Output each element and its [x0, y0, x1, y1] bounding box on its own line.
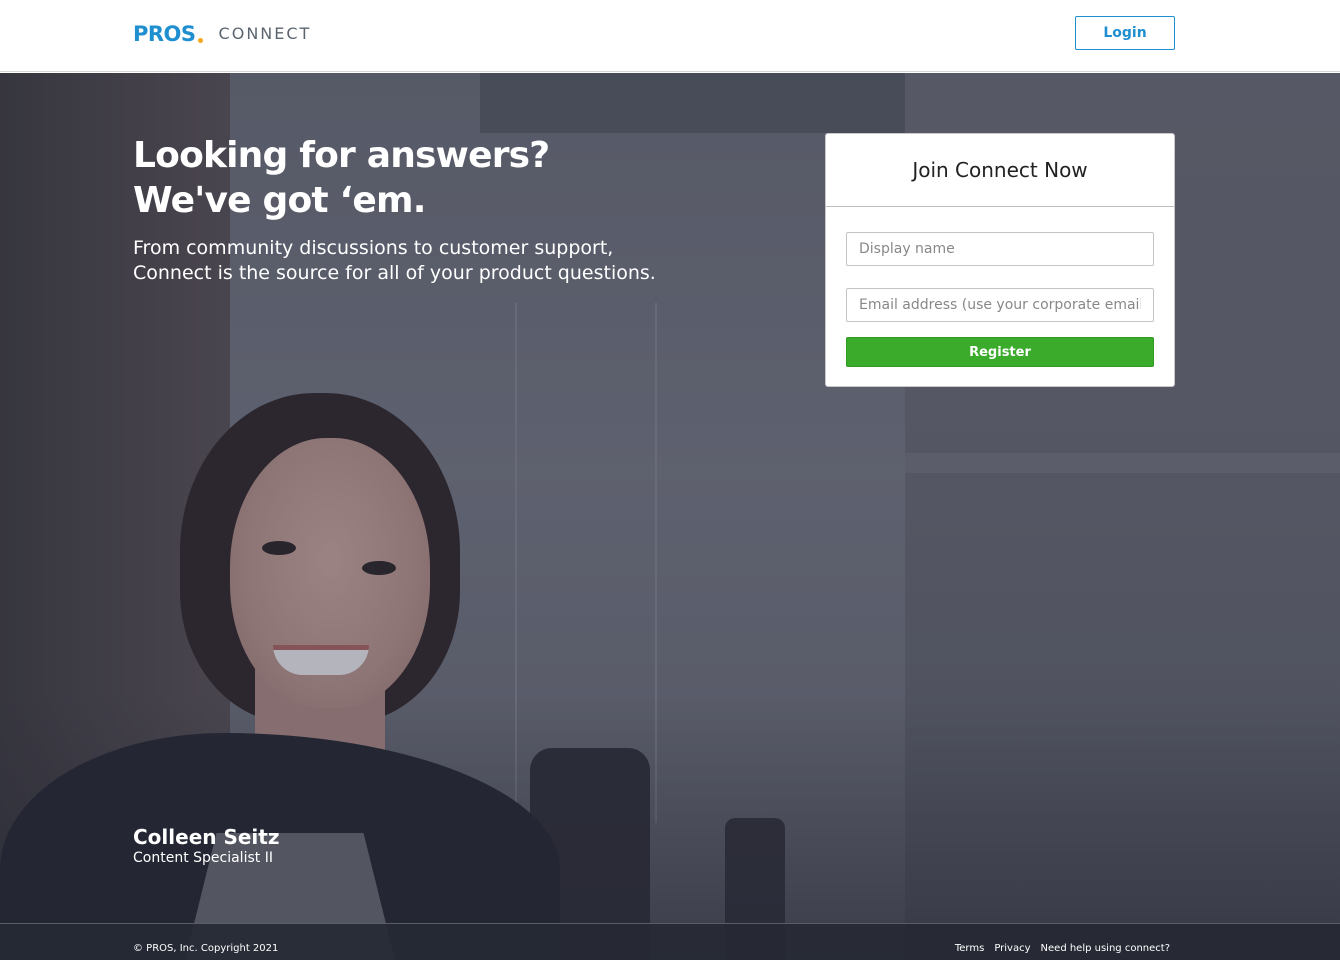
pros-connect-logo[interactable]: PROS CONNECT [133, 20, 311, 48]
display-name-input[interactable] [846, 232, 1154, 266]
hero-title-line: We've got ‘em. [133, 180, 426, 221]
logo-dot-icon [197, 37, 203, 43]
privacy-link[interactable]: Privacy [994, 943, 1030, 954]
hero-subtitle: From community discussions to customer s… [133, 236, 753, 286]
logo-product-text: CONNECT [218, 24, 312, 43]
register-button[interactable]: Register [846, 337, 1154, 367]
person-name: Colleen Seitz [133, 825, 280, 849]
footer-links: Terms Privacy Need help using connect? [955, 943, 1170, 954]
hero-title: Looking for answers? We've got ‘em. [133, 133, 753, 223]
join-card: Join Connect Now Register [825, 133, 1175, 387]
join-card-title: Join Connect Now [912, 158, 1088, 182]
terms-link[interactable]: Terms [955, 943, 984, 954]
logo-brand-text: PROS [133, 22, 196, 46]
login-button[interactable]: Login [1075, 16, 1175, 50]
person-role: Content Specialist II [133, 850, 273, 866]
copyright-text: © PROS, Inc. Copyright 2021 [133, 943, 279, 954]
hero-subtitle-line: Connect is the source for all of your pr… [133, 262, 656, 284]
help-link[interactable]: Need help using connect? [1041, 943, 1170, 954]
top-header: PROS CONNECT Login [0, 0, 1340, 72]
footer: © PROS, Inc. Copyright 2021 Terms Privac… [0, 923, 1340, 960]
email-input[interactable] [846, 288, 1154, 322]
hero-subtitle-line: From community discussions to customer s… [133, 237, 614, 259]
hero-title-line: Looking for answers? [133, 135, 550, 176]
join-card-header: Join Connect Now [826, 134, 1174, 207]
